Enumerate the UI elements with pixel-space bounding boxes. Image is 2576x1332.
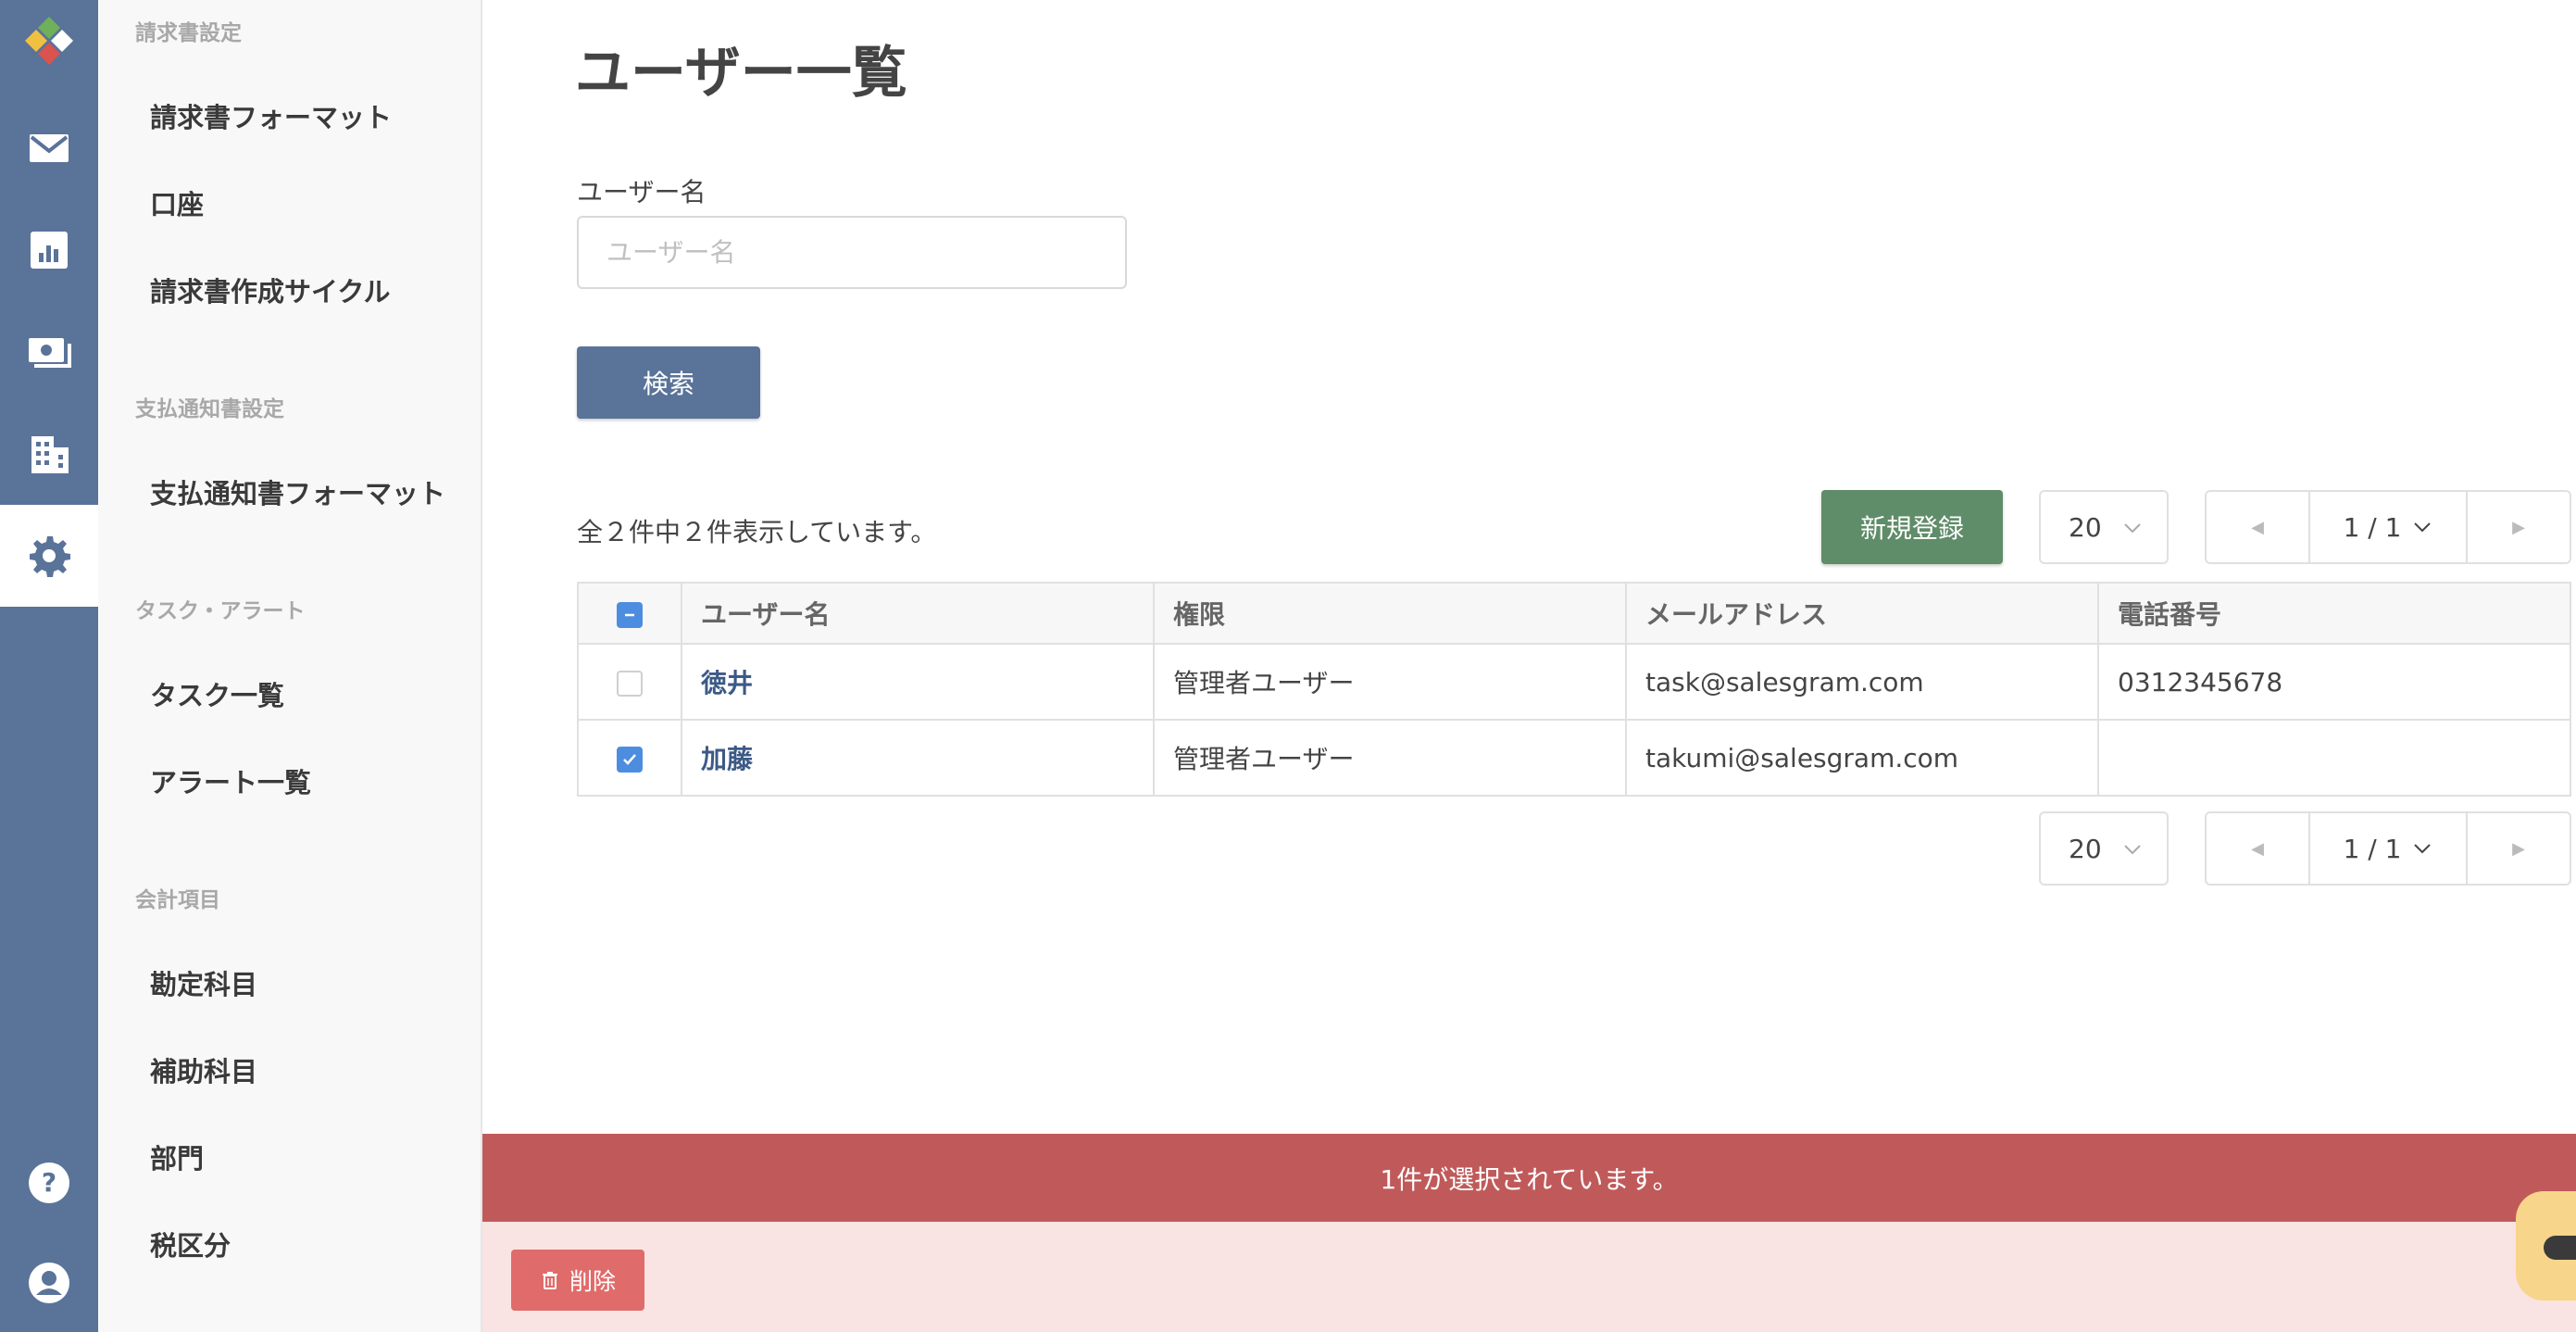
caret-right-icon: ▶ bbox=[2512, 838, 2525, 859]
username-search-input[interactable] bbox=[577, 216, 1127, 289]
caret-left-icon: ◀ bbox=[2251, 517, 2264, 537]
page-indicator: 1 / 1 bbox=[2343, 833, 2402, 864]
app-logo-icon[interactable] bbox=[14, 7, 84, 78]
nav-tax-categories[interactable]: 税区分 bbox=[150, 1225, 231, 1263]
chevron-down-icon bbox=[2414, 522, 2432, 533]
prev-page-button[interactable]: ◀ bbox=[2207, 492, 2308, 562]
nav-alert-list[interactable]: アラート一覧 bbox=[150, 761, 311, 800]
payments-nav[interactable] bbox=[0, 301, 98, 403]
page-title: ユーザー一覧 bbox=[575, 41, 907, 106]
mail-icon bbox=[30, 134, 69, 162]
chevron-down-icon bbox=[2414, 844, 2432, 854]
user-email: task@salesgram.com bbox=[1625, 643, 2099, 721]
new-user-button[interactable]: 新規登録 bbox=[1821, 490, 2003, 564]
page-size-value: 20 bbox=[2069, 511, 2102, 543]
nav-bank-account[interactable]: 口座 bbox=[150, 183, 204, 222]
company-nav[interactable] bbox=[0, 403, 98, 505]
settings-subnav: 請求書設定 請求書フォーマット 口座 請求書作成サイクル 支払通知書設定 支払通… bbox=[98, 0, 482, 1332]
section-invoice-settings: 請求書設定 bbox=[135, 21, 242, 45]
nav-account-titles[interactable]: 勘定科目 bbox=[150, 963, 257, 1002]
help-nav[interactable]: ? bbox=[0, 1132, 98, 1234]
page-size-select[interactable]: 20 bbox=[2039, 490, 2169, 564]
delete-button[interactable]: 削除 bbox=[511, 1250, 644, 1311]
gear-icon bbox=[30, 536, 70, 577]
username-label: ユーザー名 bbox=[577, 177, 707, 207]
page-size-value: 20 bbox=[2069, 833, 2102, 864]
section-task-alert: タスク・アラート bbox=[135, 599, 306, 623]
users-table: ユーザー名 権限 メールアドレス 電話番号 徳井 管理者ユーザー task@sa… bbox=[577, 582, 2571, 797]
user-phone bbox=[2097, 719, 2571, 797]
settings-nav[interactable] bbox=[0, 505, 98, 607]
col-header-username[interactable]: ユーザー名 bbox=[681, 582, 1155, 645]
check-icon bbox=[623, 753, 636, 765]
selection-message: 1件が選択されています。 bbox=[1380, 1163, 1679, 1195]
delete-label: 削除 bbox=[569, 1268, 616, 1295]
chat-widget-button[interactable] bbox=[2516, 1191, 2576, 1301]
chevron-down-icon bbox=[2124, 845, 2141, 855]
icon-rail: ? bbox=[0, 0, 98, 1332]
building-icon bbox=[31, 436, 69, 473]
selection-status-bar: 1件が選択されています。 bbox=[482, 1134, 2576, 1222]
chart-icon bbox=[31, 232, 68, 269]
next-page-button[interactable]: ▶ bbox=[2468, 813, 2570, 884]
account-nav[interactable] bbox=[0, 1232, 98, 1332]
row-select-cell bbox=[577, 719, 682, 797]
main-content: ユーザー一覧 ユーザー名 検索 全２件中２件表示しています。 新規登録 20 ◀… bbox=[482, 0, 2576, 1332]
nav-departments[interactable]: 部門 bbox=[150, 1137, 204, 1176]
money-icon bbox=[29, 338, 71, 368]
svg-text:?: ? bbox=[42, 1167, 56, 1198]
caret-right-icon: ▶ bbox=[2512, 517, 2525, 537]
help-icon: ? bbox=[29, 1162, 69, 1203]
next-page-button[interactable]: ▶ bbox=[2468, 492, 2570, 562]
reports-nav[interactable] bbox=[0, 199, 98, 301]
row-checkbox[interactable] bbox=[617, 746, 643, 773]
section-payment-notice-settings: 支払通知書設定 bbox=[135, 397, 284, 421]
search-button[interactable]: 検索 bbox=[577, 346, 760, 419]
table-row: 加藤 管理者ユーザー takumi@salesgram.com bbox=[577, 719, 2571, 797]
col-header-email[interactable]: メールアドレス bbox=[1625, 582, 2099, 645]
pagination-top: ◀ 1 / 1 ▶ bbox=[2205, 490, 2571, 564]
nav-invoice-format[interactable]: 請求書フォーマット bbox=[150, 96, 392, 135]
page-indicator-select[interactable]: 1 / 1 bbox=[2308, 492, 2468, 562]
result-summary: 全２件中２件表示しています。 bbox=[577, 517, 937, 547]
row-select-cell bbox=[577, 643, 682, 721]
col-header-phone[interactable]: 電話番号 bbox=[2097, 582, 2571, 645]
user-role: 管理者ユーザー bbox=[1153, 643, 1627, 721]
bulk-action-bar: 削除 bbox=[482, 1222, 2576, 1332]
nav-sub-accounts[interactable]: 補助科目 bbox=[150, 1050, 257, 1089]
user-phone: 0312345678 bbox=[2097, 643, 2571, 721]
chevron-down-icon bbox=[2124, 523, 2141, 534]
user-name-link[interactable]: 加藤 bbox=[681, 719, 1155, 797]
user-icon bbox=[29, 1263, 69, 1303]
user-role: 管理者ユーザー bbox=[1153, 719, 1627, 797]
minus-icon bbox=[625, 613, 634, 616]
select-all-checkbox[interactable] bbox=[617, 601, 643, 628]
user-email: takumi@salesgram.com bbox=[1625, 719, 2099, 797]
nav-invoice-cycle[interactable]: 請求書作成サイクル bbox=[150, 270, 391, 309]
mail-nav[interactable] bbox=[0, 97, 98, 199]
prev-page-button[interactable]: ◀ bbox=[2207, 813, 2308, 884]
chat-icon bbox=[2544, 1236, 2576, 1260]
trash-icon bbox=[542, 1272, 557, 1289]
col-header-role[interactable]: 権限 bbox=[1153, 582, 1627, 645]
table-header-row: ユーザー名 権限 メールアドレス 電話番号 bbox=[577, 582, 2571, 645]
page-indicator: 1 / 1 bbox=[2343, 511, 2402, 543]
pagination-bottom: ◀ 1 / 1 ▶ bbox=[2205, 811, 2571, 886]
table-row: 徳井 管理者ユーザー task@salesgram.com 0312345678 bbox=[577, 643, 2571, 721]
nav-payment-notice-format[interactable]: 支払通知書フォーマット bbox=[150, 472, 445, 511]
caret-left-icon: ◀ bbox=[2251, 838, 2264, 859]
row-checkbox[interactable] bbox=[617, 670, 643, 697]
select-all-cell bbox=[577, 582, 682, 645]
page-indicator-select[interactable]: 1 / 1 bbox=[2308, 813, 2468, 884]
user-name-link[interactable]: 徳井 bbox=[681, 643, 1155, 721]
section-accounting: 会計項目 bbox=[135, 888, 220, 912]
nav-task-list[interactable]: タスク一覧 bbox=[150, 674, 284, 713]
page-size-select-bottom[interactable]: 20 bbox=[2039, 811, 2169, 886]
